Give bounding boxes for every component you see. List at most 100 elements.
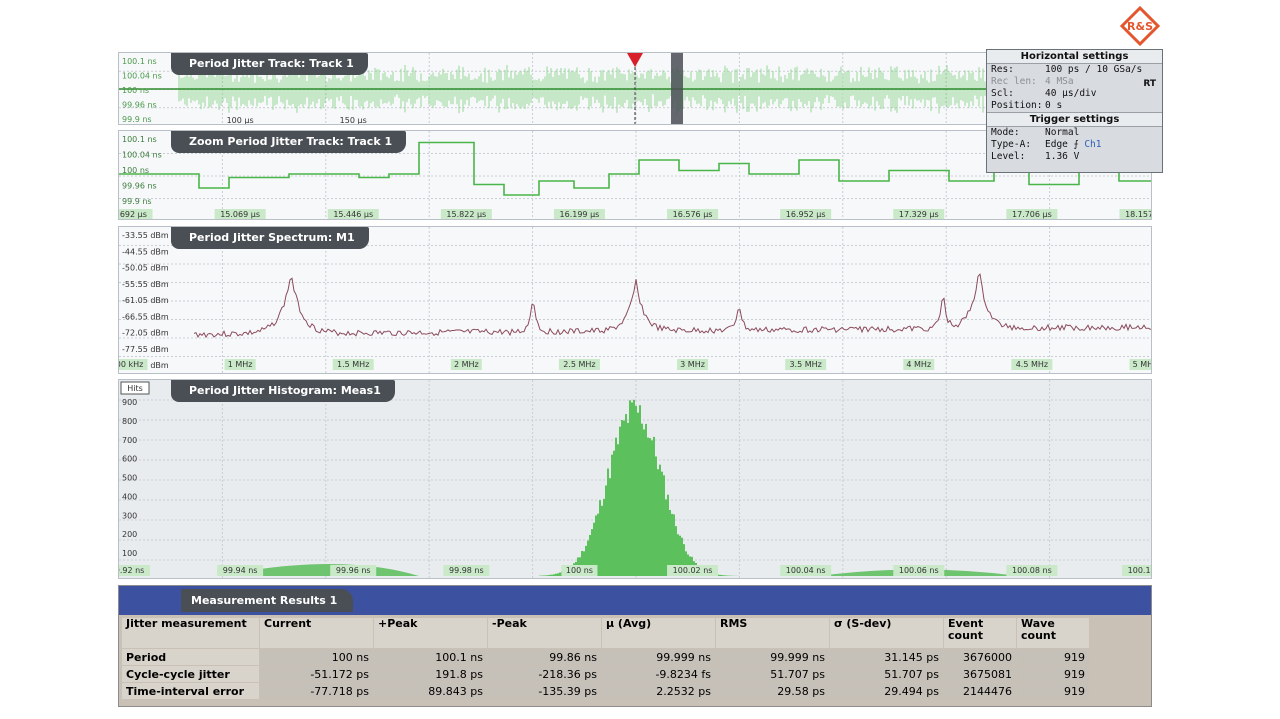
hits-badge-label: Hits xyxy=(127,384,143,393)
table-cell: 51.707 ps xyxy=(830,666,943,682)
histogram-bin xyxy=(645,423,647,576)
table-row[interactable]: Cycle-cycle jitter -51.172 ps 191.8 ps -… xyxy=(122,666,1089,682)
x-tick-label: 18.157 µs xyxy=(1125,210,1152,219)
histogram-bin xyxy=(653,436,655,576)
setting-value: Edge ⨍ Ch1 xyxy=(1045,139,1162,151)
histogram-bin xyxy=(663,475,665,576)
histogram-bin xyxy=(655,456,657,576)
measurement-results-header: Measurement Results 1 xyxy=(119,586,1151,615)
setting-scale: Scl: 40 µs/div xyxy=(987,88,1162,100)
histogram-bin xyxy=(559,572,561,576)
histogram-bin xyxy=(649,438,651,576)
histogram-bin xyxy=(723,575,725,576)
histogram-bin xyxy=(605,485,607,576)
y-tick-label: 99.9 ns xyxy=(122,115,152,124)
x-tick-label: 100.04 ns xyxy=(786,566,826,575)
table-cell: 100.1 ns xyxy=(374,649,487,665)
x-tick-label: 5 MHz xyxy=(1133,360,1152,369)
histogram-bin xyxy=(665,499,667,576)
rt-badge: RT xyxy=(1143,79,1156,89)
table-cell: 919 xyxy=(1017,649,1089,665)
histogram-panel-title: Period Jitter Histogram: Meas1 xyxy=(171,380,395,402)
table-cell: 2.2532 ps xyxy=(602,683,715,699)
y-tick-label: 100.04 ns xyxy=(122,72,162,81)
y-tick-label: 300 xyxy=(122,511,137,520)
table-row[interactable]: Period 100 ns 100.1 ns 99.86 ns 99.999 n… xyxy=(122,649,1089,665)
histogram-bin xyxy=(615,437,617,576)
histogram-bin xyxy=(641,423,643,576)
trigger-marker xyxy=(627,53,643,67)
table-cell: 51.707 ps xyxy=(716,666,829,682)
col-header: +Peak xyxy=(374,618,487,648)
x-tick-label: 16.199 µs xyxy=(560,210,600,219)
col-header: -Peak xyxy=(488,618,601,648)
histogram-bin xyxy=(553,574,555,576)
histogram-bin xyxy=(555,573,557,576)
histogram-bin xyxy=(599,500,601,576)
setting-res: Res: 100 ps / 10 GSa/s xyxy=(987,64,1162,76)
table-cell: 2144476 xyxy=(944,683,1016,699)
y-tick-label: -66.55 dBm xyxy=(122,312,169,321)
y-tick-label: -33.55 dBm xyxy=(122,231,169,240)
x-tick-label: 14.692 µs xyxy=(119,210,147,219)
measurement-results-title[interactable]: Measurement Results 1 xyxy=(181,589,354,612)
histogram-bin xyxy=(549,574,551,576)
x-tick-label: 1 MHz xyxy=(228,360,253,369)
track-panel-title: Period Jitter Track: Track 1 xyxy=(171,53,368,75)
x-tick-label: 16.952 µs xyxy=(786,210,826,219)
histogram-bin xyxy=(543,575,545,576)
table-cell: 191.8 ps xyxy=(374,666,487,682)
measurement-results-panel: Measurement Results 1 Jitter measurement… xyxy=(118,585,1152,707)
spectrum-trace xyxy=(193,273,1151,339)
histogram-plot: Hits900800700600500400300200100099.92 ns… xyxy=(119,380,1152,578)
histogram-bin xyxy=(637,412,639,576)
setting-level: Level: 1.36 V xyxy=(987,151,1162,163)
x-tick-label: 99.98 ns xyxy=(449,566,484,575)
x-tick-label: 99.92 ns xyxy=(119,566,144,575)
histogram-bin xyxy=(617,444,619,576)
table-cell: Period xyxy=(122,649,259,665)
histogram-bin xyxy=(601,505,603,576)
x-tick-label: 99.96 ns xyxy=(336,566,371,575)
histogram-bin xyxy=(609,478,611,576)
y-tick-label: 99.96 ns xyxy=(122,101,157,110)
y-tick-label: 100 ns xyxy=(122,86,149,95)
horizontal-settings-title: Horizontal settings xyxy=(987,50,1162,64)
table-cell: 3675081 xyxy=(944,666,1016,682)
table-cell: -9.8234 fs xyxy=(602,666,715,682)
y-tick-label: 100 xyxy=(122,549,137,558)
table-cell: 99.999 ns xyxy=(602,649,715,665)
y-tick-label: 100.04 ns xyxy=(122,151,162,160)
y-tick-label: -44.55 dBm xyxy=(122,247,169,256)
setting-position: Position: 0 s xyxy=(987,100,1162,112)
table-cell: 29.494 ps xyxy=(830,683,943,699)
histogram-bin xyxy=(631,402,633,576)
x-tick-label: 1.5 MHz xyxy=(337,360,369,369)
table-row[interactable]: Time-interval error -77.718 ps 89.843 ps… xyxy=(122,683,1089,699)
table-cell: 31.145 ps xyxy=(830,649,943,665)
col-header: Current xyxy=(260,618,373,648)
spectrum-panel-title: Period Jitter Spectrum: M1 xyxy=(171,227,369,249)
table-cell: 89.843 ps xyxy=(374,683,487,699)
x-tick-label: 2.5 MHz xyxy=(563,360,595,369)
table-cell: 99.999 ns xyxy=(716,649,829,665)
x-tick-label: 3 MHz xyxy=(680,360,705,369)
trigger-type: Edge xyxy=(1045,139,1068,150)
x-tick-label: 100.1 ns xyxy=(1128,566,1152,575)
table-cell: Cycle-cycle jitter xyxy=(122,666,259,682)
x-tick-label: 100.08 ns xyxy=(1012,566,1052,575)
col-header: μ (Avg) xyxy=(602,618,715,648)
setting-key: Position: xyxy=(991,100,1043,111)
setting-mode: Mode: Normal xyxy=(987,127,1162,139)
col-header: Jitter measurement xyxy=(122,618,259,648)
setting-key: Scl: xyxy=(991,88,1014,99)
table-cell: 919 xyxy=(1017,683,1089,699)
x-tick-label: 100.02 ns xyxy=(673,566,713,575)
histogram-bin xyxy=(623,420,625,576)
x-tick-label: 15.822 µs xyxy=(446,210,486,219)
x-tick-label: 4.5 MHz xyxy=(1016,360,1048,369)
x-tick-label: 3.5 MHz xyxy=(789,360,821,369)
histogram-bin xyxy=(651,440,653,576)
x-tick-label: 17.329 µs xyxy=(899,210,939,219)
col-header: Wave count xyxy=(1017,618,1089,648)
